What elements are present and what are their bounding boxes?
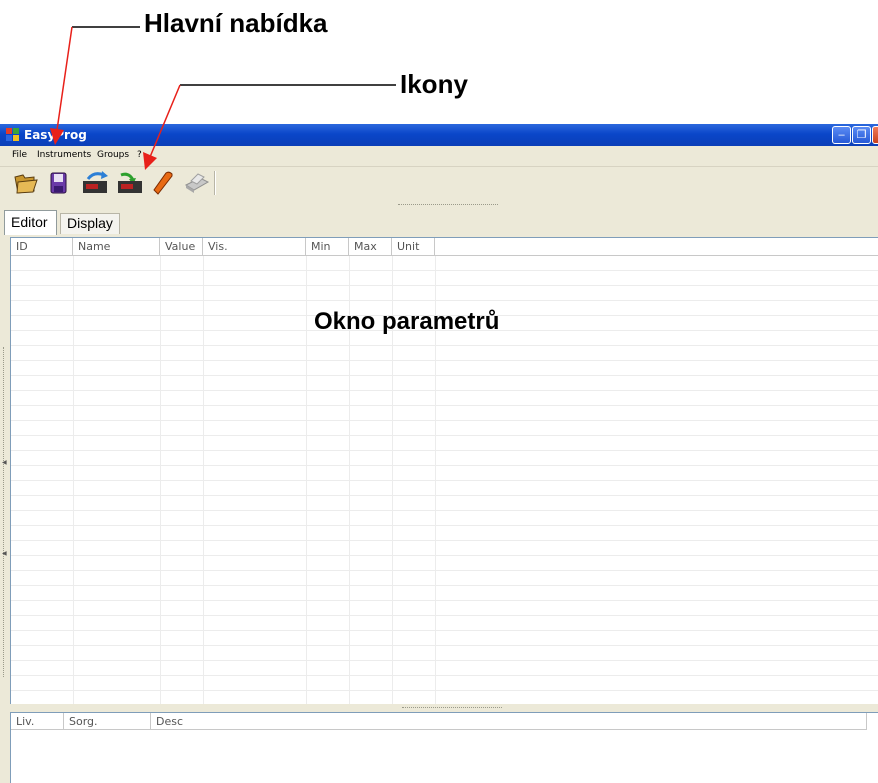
app-icon <box>6 128 20 142</box>
tab-editor[interactable]: Editor <box>4 210 57 235</box>
col-header-value[interactable]: Value <box>160 238 203 255</box>
easyprog-window: EasyProg – ❐ × File Instruments Groups ? <box>0 124 878 783</box>
middle-splitter[interactable] <box>10 704 878 712</box>
parameters-window-callout: Okno parametrů <box>314 308 500 335</box>
write-instrument-icon[interactable] <box>115 170 143 196</box>
restore-button[interactable]: ❐ <box>852 126 871 144</box>
print-icon[interactable] <box>182 170 210 196</box>
col-header-max[interactable]: Max <box>349 238 392 255</box>
col-header-id[interactable]: ID <box>11 238 73 255</box>
main-menu-callout: Hlavní nabídka <box>144 8 328 38</box>
col-header-sorg[interactable]: Sorg. <box>64 713 151 730</box>
icons-callout: Ikony <box>400 69 468 99</box>
col-header-desc[interactable]: Desc <box>151 713 867 730</box>
tab-strip: Editor Display <box>0 210 878 235</box>
open-folder-icon[interactable] <box>12 170 40 196</box>
menu-instruments[interactable]: Instruments <box>37 150 91 160</box>
col-header-vis[interactable]: Vis. <box>203 238 306 255</box>
detail-grid: Liv. Sorg. Desc <box>10 712 878 783</box>
col-header-liv[interactable]: Liv. <box>11 713 64 730</box>
toolbar-separator <box>214 171 216 195</box>
window-title: EasyProg <box>24 128 87 142</box>
save-disk-icon[interactable] <box>46 170 74 196</box>
main-menu-bar: File Instruments Groups ? <box>0 146 878 167</box>
col-header-name[interactable]: Name <box>73 238 160 255</box>
toolbar <box>0 167 878 199</box>
tab-display[interactable]: Display <box>60 213 120 234</box>
menu-help[interactable]: ? <box>137 150 142 160</box>
read-instrument-icon[interactable] <box>80 170 108 196</box>
menu-groups[interactable]: Groups <box>97 150 129 160</box>
col-header-unit[interactable]: Unit <box>392 238 435 255</box>
parameters-grid-header: ID Name Value Vis. Min Max Unit <box>11 238 878 256</box>
left-splitter[interactable]: ◀ ◀ <box>0 237 10 783</box>
main-menu-arrow <box>56 26 140 131</box>
menu-file[interactable]: File <box>12 150 27 160</box>
top-splitter-grip[interactable] <box>398 204 498 208</box>
title-bar[interactable]: EasyProg – ❐ × <box>0 124 878 146</box>
erase-icon[interactable] <box>150 170 178 196</box>
col-header-min[interactable]: Min <box>306 238 349 255</box>
minimize-button[interactable]: – <box>832 126 851 144</box>
close-button[interactable]: × <box>872 126 878 144</box>
